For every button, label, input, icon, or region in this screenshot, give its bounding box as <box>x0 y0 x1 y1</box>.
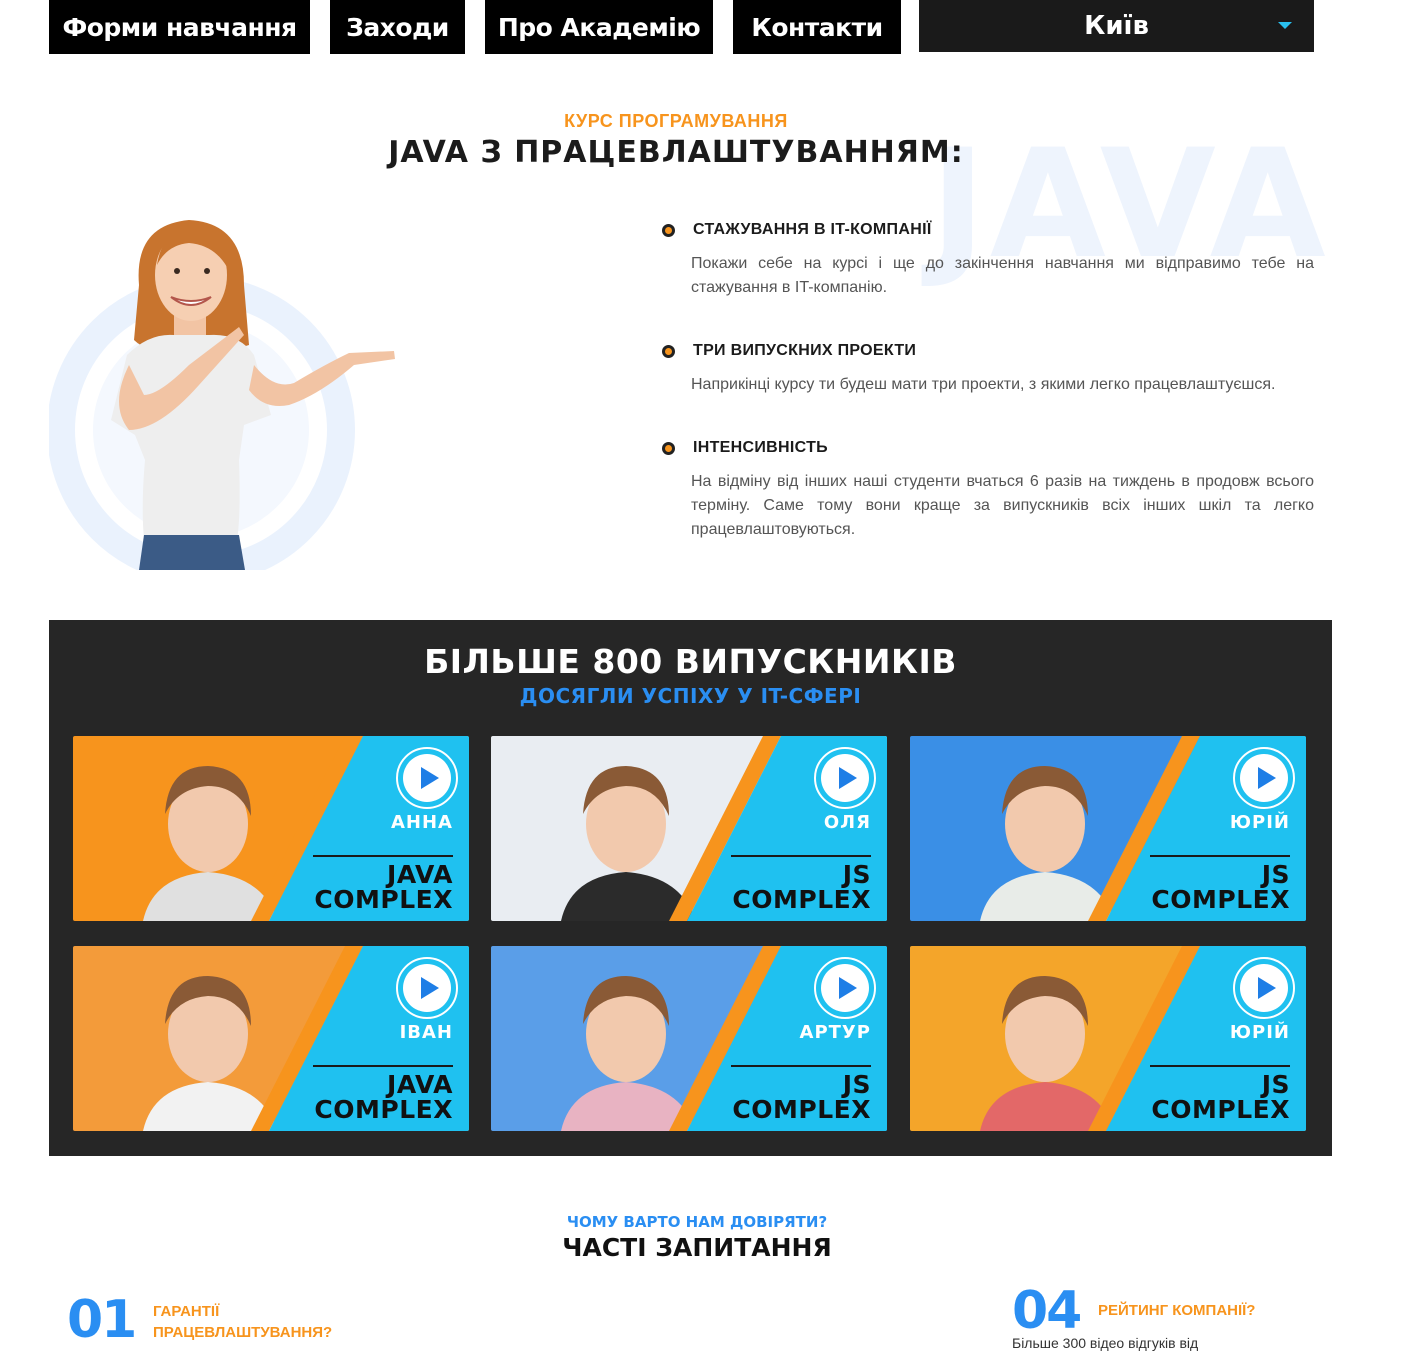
chevron-down-icon <box>1278 22 1292 29</box>
faq-title: ЧАСТІ ЗАПИТАННЯ <box>562 1233 832 1262</box>
feature-item: ТРИ ВИПУСКНИХ ПРОЕКТИ Наприкінці курсу т… <box>660 339 1314 397</box>
graduate-name: ІВАН <box>399 1022 453 1043</box>
divider <box>1150 1065 1290 1067</box>
graduate-name: ЮРІЙ <box>1229 812 1290 833</box>
graduate-card[interactable]: АННА JAVA COMPLEX <box>73 736 469 921</box>
graduate-course: JS COMPLEX <box>732 1072 871 1122</box>
city-select-value: Київ <box>1084 11 1149 41</box>
feature-list: СТАЖУВАННЯ В IT-КОМПАНІЇ Покажи себе на … <box>660 218 1314 581</box>
graduate-course-line: COMPLEX <box>732 1095 871 1124</box>
faq-number: 04 <box>1012 1281 1082 1341</box>
graduate-course: JAVA COMPLEX <box>314 862 453 912</box>
graduate-card[interactable]: ОЛЯ JS COMPLEX <box>491 736 887 921</box>
graduate-course-line: JS <box>1261 860 1290 889</box>
graduates-subtitle: ДОСЯГЛИ УСПІХУ У IT-СФЕРІ <box>519 684 862 708</box>
play-icon[interactable] <box>1232 956 1296 1020</box>
graduate-name: ЮРІЙ <box>1229 1022 1290 1043</box>
graduate-course-line: COMPLEX <box>1151 885 1290 914</box>
city-select[interactable]: Київ <box>919 0 1314 52</box>
graduate-course: JAVA COMPLEX <box>314 1072 453 1122</box>
divider <box>1150 855 1290 857</box>
graduate-card[interactable]: АРТУР JS COMPLEX <box>491 946 887 1131</box>
graduate-course-line: JS <box>1261 1070 1290 1099</box>
nav-item-about[interactable]: Про Академію <box>485 0 713 54</box>
graduate-card[interactable]: ЮРІЙ JS COMPLEX <box>910 736 1306 921</box>
divider <box>731 855 871 857</box>
graduate-course-line: JS <box>842 860 871 889</box>
divider <box>731 1065 871 1067</box>
graduate-name: АРТУР <box>799 1022 871 1043</box>
feature-title: СТАЖУВАННЯ В IT-КОМПАНІЇ <box>693 221 932 238</box>
graduate-course-line: COMPLEX <box>1151 1095 1290 1124</box>
faq-question-line: РЕЙТИНГ КОМПАНІЇ? <box>1098 1302 1256 1319</box>
graduates-title: БІЛЬШЕ 800 ВИПУСКНИКІВ <box>424 642 957 681</box>
faq-question[interactable]: ГАРАНТІЇ ПРАЦЕВЛАШТУВАННЯ? <box>153 1301 332 1343</box>
graduate-course: JS COMPLEX <box>1151 862 1290 912</box>
graduate-course-line: JAVA <box>387 860 453 889</box>
play-icon[interactable] <box>1232 746 1296 810</box>
feature-text: Наприкінці курсу ти будеш мати три проек… <box>691 376 1276 393</box>
top-navigation: Форми навчання Заходи Про Академію Конта… <box>0 0 1424 56</box>
play-icon[interactable] <box>395 746 459 810</box>
course-kicker: КУРС ПРОГРАМУВАННЯ <box>564 111 788 131</box>
hero-illustration <box>49 205 409 570</box>
bullet-icon <box>662 441 675 455</box>
play-icon[interactable] <box>395 956 459 1020</box>
faq-answer: Більше 300 відео відгуків від <box>1012 1335 1199 1351</box>
graduate-course-line: COMPLEX <box>732 885 871 914</box>
faq-kicker: ЧОМУ ВАРТО НАМ ДОВІРЯТИ? <box>566 1213 828 1231</box>
graduate-course-line: COMPLEX <box>314 885 453 914</box>
faq-question-line: ГАРАНТІЇ <box>153 1303 220 1320</box>
faq-question[interactable]: РЕЙТИНГ КОМПАНІЇ? <box>1098 1300 1255 1321</box>
graduate-card[interactable]: ІВАН JAVA COMPLEX <box>73 946 469 1131</box>
bullet-icon <box>662 223 675 237</box>
faq-question-line: ПРАЦЕВЛАШТУВАННЯ? <box>153 1324 333 1341</box>
feature-title: ІНТЕНСИВНІСТЬ <box>693 439 828 456</box>
feature-text: Покажи себе на курсі і ще до закінчення … <box>691 255 1314 296</box>
graduate-course: JS COMPLEX <box>732 862 871 912</box>
play-icon[interactable] <box>813 956 877 1020</box>
nav-item-events[interactable]: Заходи <box>330 0 465 54</box>
nav-item-contacts[interactable]: Контакти <box>733 0 901 54</box>
feature-item: ІНТЕНСИВНІСТЬ На відміну від інших наші … <box>660 436 1314 542</box>
graduate-course: JS COMPLEX <box>1151 1072 1290 1122</box>
graduates-section: БІЛЬШЕ 800 ВИПУСКНИКІВ ДОСЯГЛИ УСПІХУ У … <box>49 620 1332 1156</box>
graduate-course-line: JS <box>842 1070 871 1099</box>
nav-item-forms[interactable]: Форми навчання <box>49 0 310 54</box>
graduate-name: АННА <box>391 812 453 833</box>
graduate-card[interactable]: ЮРІЙ JS COMPLEX <box>910 946 1306 1131</box>
bullet-icon <box>662 344 675 358</box>
feature-item: СТАЖУВАННЯ В IT-КОМПАНІЇ Покажи себе на … <box>660 218 1314 300</box>
graduate-name: ОЛЯ <box>823 812 871 833</box>
course-title: JAVA З ПРАЦЕВЛАШТУВАННЯМ: <box>388 135 964 170</box>
graduate-course-line: JAVA <box>387 1070 453 1099</box>
play-icon[interactable] <box>813 746 877 810</box>
divider <box>313 1065 453 1067</box>
feature-text: На відміну від інших наші студенти вчать… <box>691 473 1314 538</box>
graduate-course-line: COMPLEX <box>314 1095 453 1124</box>
feature-title: ТРИ ВИПУСКНИХ ПРОЕКТИ <box>693 342 917 359</box>
divider <box>313 855 453 857</box>
faq-number: 01 <box>67 1290 137 1350</box>
